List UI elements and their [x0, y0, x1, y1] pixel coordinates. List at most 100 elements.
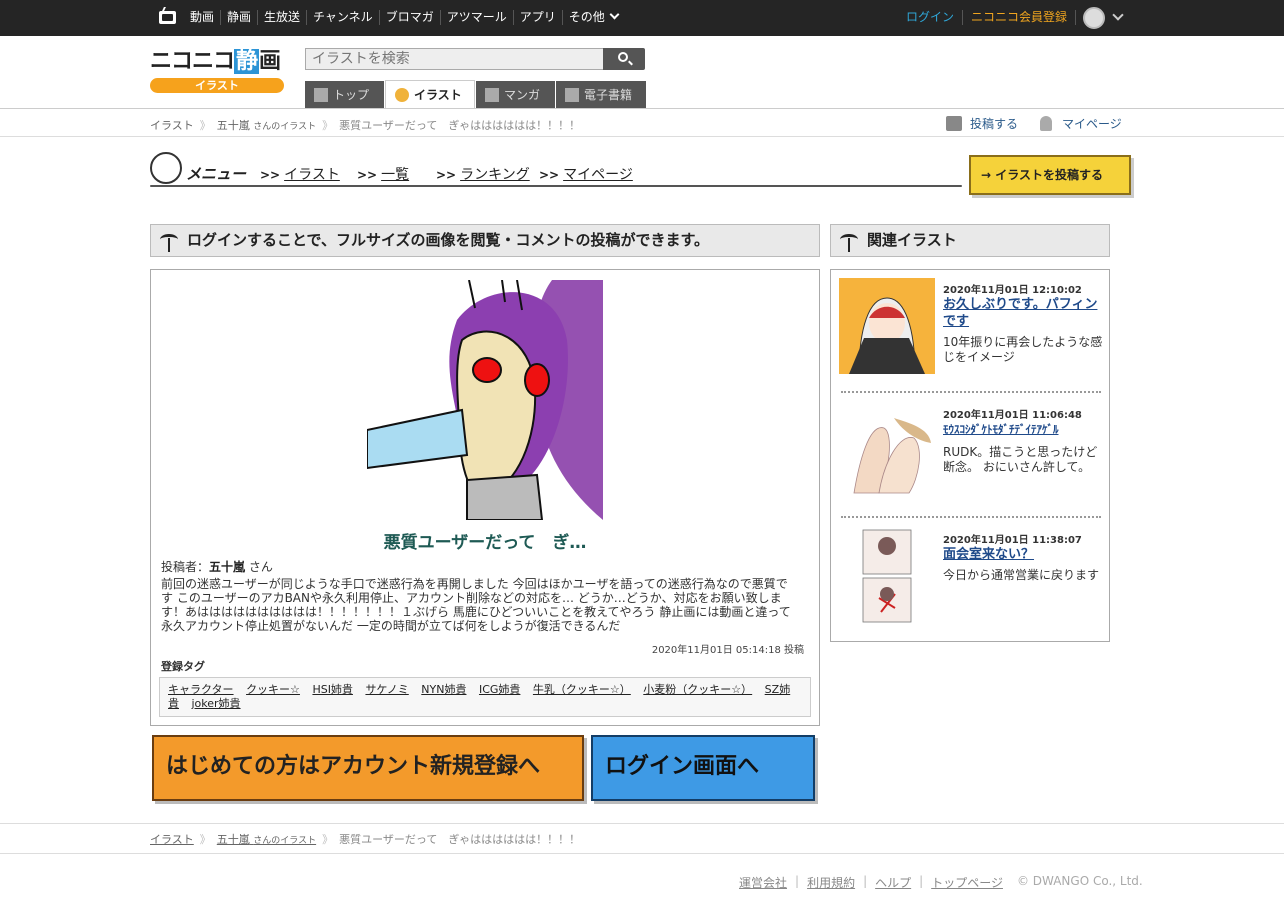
upload-icon: [946, 116, 962, 131]
tag-link[interactable]: 小麦粉（クッキー☆）: [643, 683, 752, 696]
illust-title: 悪質ユーザーだって ぎ…: [383, 533, 587, 553]
nav-channel[interactable]: チャンネル: [306, 10, 379, 25]
menu-label: メニュー: [186, 165, 247, 183]
menu-item-illust[interactable]: >> イラスト: [260, 164, 340, 184]
logo-wordmark: ニコニコ静画: [150, 49, 281, 74]
mypage-link[interactable]: マイページ: [1040, 115, 1122, 132]
search-button[interactable]: [603, 48, 645, 70]
tab-top[interactable]: トップ: [305, 81, 384, 109]
tag-link[interactable]: NYN姉貴: [421, 683, 466, 696]
breadcrumb-home[interactable]: イラスト: [150, 117, 194, 133]
breadcrumb-separator: 》: [322, 833, 334, 846]
chevron-down-icon: [609, 9, 620, 20]
tag-link[interactable]: キャラクター: [168, 683, 234, 696]
user-icon: [1040, 116, 1053, 131]
logo-sublabel: イラスト: [150, 78, 284, 93]
footer-divider: [0, 823, 1284, 824]
poster-line: 投稿者：五十嵐 さん: [161, 560, 273, 574]
related-separator: [841, 516, 1101, 518]
sprout-icon: [159, 234, 179, 252]
avatar[interactable]: [1083, 7, 1105, 29]
nav-blomaga[interactable]: ブロマガ: [378, 10, 440, 25]
breadcrumb-separator: 》: [199, 833, 211, 846]
footer-link-top[interactable]: トップページ: [931, 874, 1003, 891]
nav-more[interactable]: その他: [561, 9, 624, 25]
user-actions: 投稿する マイページ: [946, 115, 1144, 132]
niconico-tv-icon[interactable]: [159, 11, 176, 24]
breadcrumb-separator: 》: [322, 119, 334, 132]
footer-link-help[interactable]: ヘルプ: [875, 874, 911, 891]
poster-name: 五十嵐: [209, 560, 246, 574]
tag-list: キャラクター クッキー☆ HSI姉貴 サケノミ NYN姉貴 ICG姉貴 牛乳（ク…: [159, 677, 811, 717]
related-desc: 今日から通常営業に戻ります: [943, 568, 1100, 582]
footer-separator: |: [795, 874, 800, 888]
menu-item-mypage[interactable]: >> マイページ: [539, 164, 633, 184]
illust-image[interactable]: [367, 280, 603, 520]
tag-link[interactable]: サケノミ: [365, 683, 408, 696]
book-icon: [565, 88, 579, 102]
related-thumbnail[interactable]: [839, 278, 935, 374]
login-link[interactable]: ログイン: [906, 10, 964, 25]
related-thumbnail[interactable]: [839, 528, 935, 624]
nav-live[interactable]: 生放送: [257, 10, 306, 25]
related-title[interactable]: ﾓｳｽｺｼﾀﾞｹﾄﾓﾀﾞﾁﾃﾞｲﾃｱｹﾞﾙ: [943, 421, 1103, 438]
post-illust-button[interactable]: → イラストを投稿する: [969, 155, 1131, 195]
tags-label: 登録タグ: [161, 660, 205, 673]
footer-link-terms[interactable]: 利用規約: [807, 874, 855, 891]
site-logo[interactable]: ニコニコ静画 イラスト: [150, 48, 285, 96]
posted-date: 2020年11月01日 05:14:18 投稿: [651, 645, 804, 656]
footer-divider: [0, 853, 1284, 854]
nav-seiga[interactable]: 静画: [220, 10, 257, 25]
related-title[interactable]: お久しぶりです。パフィンです: [943, 296, 1103, 330]
nav-app[interactable]: アプリ: [512, 10, 562, 25]
related-heading: 関連イラスト: [830, 224, 1110, 257]
tab-illust[interactable]: イラスト: [385, 80, 475, 109]
register-link[interactable]: ニコニコ会員登録: [963, 10, 1077, 25]
related-date: 2020年11月01日 11:06:48: [943, 410, 1082, 421]
tag-link[interactable]: ICG姉貴: [479, 683, 520, 696]
tab-ebook-label: 電子書籍: [584, 88, 633, 102]
palette-icon: [395, 88, 409, 102]
post-link[interactable]: 投稿する: [946, 115, 1018, 132]
tab-ebook[interactable]: 電子書籍: [556, 81, 646, 109]
related-item: 2020年11月01日 11:38:07 面会室来ない？ 今日から通常営業に戻り…: [839, 528, 1103, 628]
tab-manga[interactable]: マンガ: [476, 81, 555, 109]
login-banner[interactable]: ログイン画面へ: [591, 735, 815, 801]
login-notice-text: ログインすることで、フルサイズの画像を閲覧・コメントの投稿ができます。: [187, 231, 710, 249]
menu-item-list[interactable]: >> 一覧: [357, 164, 409, 184]
chevron-down-icon[interactable]: [1112, 9, 1124, 21]
footer-breadcrumb: イラスト 》 五十嵐 さんのイラスト 》 悪質ユーザーだって ぎゃはははははは！…: [150, 831, 580, 847]
related-list: 2020年11月01日 12:10:02 お久しぶりです。パフィンです 10年振…: [830, 269, 1110, 642]
nav-atsumaru[interactable]: アツマール: [439, 10, 513, 25]
tag-link[interactable]: joker姉貴: [192, 697, 241, 710]
related-title[interactable]: 面会室来ない？: [943, 546, 1103, 563]
breadcrumb-bar: イラスト 》 五十嵐 さんのイラスト 》 悪質ユーザーだって ぎゃはははははは！…: [0, 109, 1284, 137]
related-thumbnail[interactable]: [839, 403, 935, 499]
illust-description: 前回の迷惑ユーザーが同じような手口で迷惑行為を再開しました 今回はほかユーザを語…: [161, 577, 791, 633]
nav-video[interactable]: 動画: [184, 10, 220, 25]
sprout-icon: [839, 234, 859, 252]
tab-top-label: トップ: [333, 88, 370, 102]
footer-separator: |: [919, 874, 924, 888]
related-date: 2020年11月01日 12:10:02: [943, 285, 1082, 296]
breadcrumb: イラスト 》 五十嵐 さんのイラスト 》 悪質ユーザーだって ぎゃはははははは！…: [150, 117, 580, 133]
related-item: 2020年11月01日 12:10:02 お久しぶりです。パフィンです 10年振…: [839, 278, 1103, 378]
register-banner[interactable]: はじめての方はアカウント新規登録へ: [152, 735, 584, 801]
global-nav-bar: 動画 静画 生放送 チャンネル ブロマガ アツマール アプリ その他 ログイン …: [0, 0, 1284, 36]
breadcrumb-separator: 》: [199, 119, 211, 132]
palette-icon: [150, 152, 182, 184]
breadcrumb-current: 悪質ユーザーだって ぎゃはははははは！！！！: [339, 833, 581, 846]
footer-link-company[interactable]: 運営会社: [739, 874, 787, 891]
related-item: 2020年11月01日 11:06:48 ﾓｳｽｺｼﾀﾞｹﾄﾓﾀﾞﾁﾃﾞｲﾃｱｹ…: [839, 403, 1103, 503]
related-date: 2020年11月01日 11:38:07: [943, 535, 1082, 546]
global-nav: 動画 静画 生放送 チャンネル ブロマガ アツマール アプリ その他: [184, 9, 624, 25]
tag-link[interactable]: 牛乳（クッキー☆）: [533, 683, 631, 696]
breadcrumb-home[interactable]: イラスト: [150, 831, 194, 847]
menu-item-ranking[interactable]: >> ランキング: [436, 164, 530, 184]
search-input[interactable]: [305, 48, 604, 70]
breadcrumb-user[interactable]: 五十嵐 さんのイラスト: [217, 831, 316, 847]
tag-link[interactable]: HSI姉貴: [312, 683, 353, 696]
tag-link[interactable]: クッキー☆: [246, 683, 300, 696]
nav-more-label: その他: [568, 10, 605, 24]
breadcrumb-user[interactable]: 五十嵐 さんのイラスト: [217, 117, 316, 133]
